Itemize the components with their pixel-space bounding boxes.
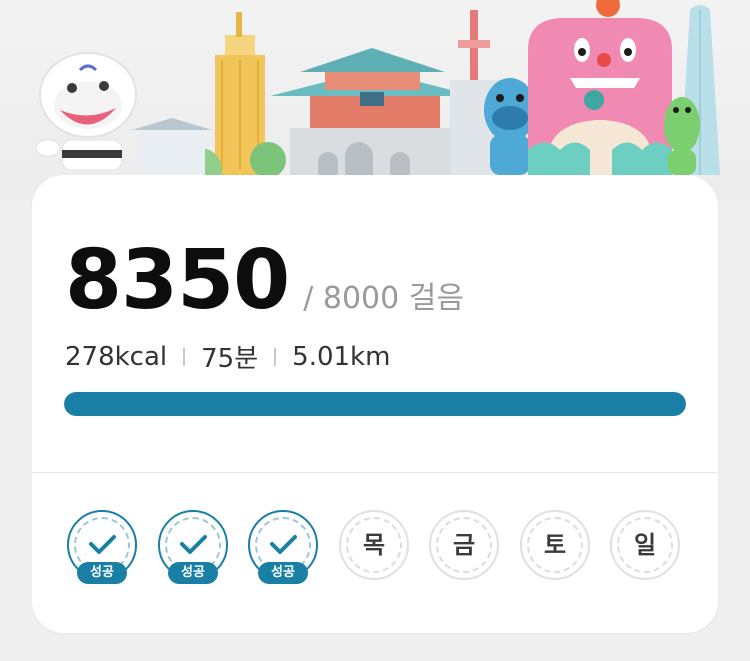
day-success-badge[interactable]: 성공 (248, 510, 318, 584)
day-label: 일 (633, 531, 657, 559)
success-badge-label: 성공 (77, 562, 127, 584)
stats-separator (274, 347, 277, 366)
weekly-streak: 성공 성공 성공 목 금 토 일 (67, 510, 687, 600)
pink-monster-mascot-icon (528, 0, 672, 180)
step-progress-bar (64, 392, 686, 416)
day-success-badge[interactable]: 성공 (158, 510, 228, 584)
step-progress-fill (64, 392, 686, 416)
step-goal: / 8000 걸음 (303, 281, 464, 316)
city-illustration-banner (0, 0, 750, 200)
bush-icon (250, 142, 286, 178)
stats-separator (183, 347, 186, 366)
distance-value: 5.01km (292, 341, 391, 372)
white-tiger-mascot-icon (35, 52, 137, 171)
city-illustration (35, 0, 720, 192)
success-badge-label: 성공 (168, 562, 218, 584)
day-pending[interactable]: 토 (520, 510, 590, 580)
day-label: 토 (543, 531, 567, 559)
activity-stats: 278kcal 75분 5.01km (65, 338, 390, 375)
step-count: 8350 (65, 233, 290, 328)
day-label: 목 (362, 531, 386, 559)
day-pending[interactable]: 일 (610, 510, 680, 580)
day-label: 금 (452, 531, 476, 559)
success-badge-label: 성공 (258, 562, 308, 584)
step-count-row: 8350 / 8000 걸음 (65, 233, 464, 328)
palace-gate-icon (270, 48, 475, 178)
day-success-badge[interactable]: 성공 (67, 510, 137, 584)
building-icon (140, 125, 205, 175)
day-pending[interactable]: 목 (339, 510, 409, 580)
green-mascot-icon (664, 97, 700, 175)
divider (32, 472, 718, 473)
step-summary-card[interactable]: 8350 / 8000 걸음 278kcal 75분 5.01km 성공 성공 성공… (32, 175, 718, 633)
day-pending[interactable]: 금 (429, 510, 499, 580)
calories-value: 278kcal (65, 341, 168, 372)
duration-value: 75분 (201, 344, 259, 374)
